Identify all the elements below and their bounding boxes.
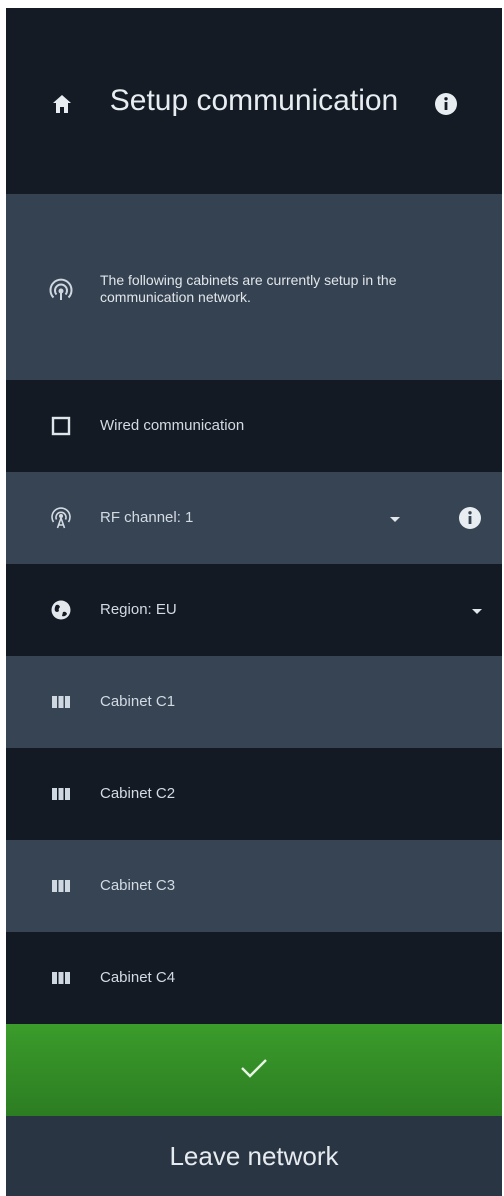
cabinet-icon [50,875,72,897]
info-panel: The following cabinets are currently set… [6,194,502,380]
region-label: Region: EU [100,601,177,618]
cabinet-row-c3[interactable]: Cabinet C3 [6,840,502,932]
home-icon[interactable] [50,92,74,116]
confirm-button[interactable] [6,1024,502,1116]
cabinet-icon [50,691,72,713]
antenna-icon [50,507,72,529]
leave-network-button[interactable]: Leave network [6,1116,502,1196]
cabinet-icon [50,783,72,805]
rf-channel-label: RF channel: 1 [100,509,194,526]
rf-channel-row[interactable]: RF channel: 1 [6,472,502,564]
globe-icon [50,599,72,621]
info-text: The following cabinets are currently set… [100,272,397,305]
checkmark-icon [239,1057,269,1084]
cabinet-icon [50,967,72,989]
checkbox-icon[interactable] [50,415,72,437]
signal-icon [48,276,74,302]
rf-info-icon[interactable] [458,506,482,530]
setup-communication-screen: Setup communication The following cabine… [6,8,502,1196]
region-row[interactable]: Region: EU [6,564,502,656]
header: Setup communication [6,8,502,194]
wired-communication-row[interactable]: Wired communication [6,380,502,472]
cabinet-row-c4[interactable]: Cabinet C4 [6,932,502,1024]
chevron-down-icon[interactable] [388,512,402,522]
info-icon[interactable] [434,92,458,116]
cabinet-row-c2[interactable]: Cabinet C2 [6,748,502,840]
cabinet-row-c1[interactable]: Cabinet C1 [6,656,502,748]
chevron-down-icon[interactable] [470,604,484,614]
cabinet-label: Cabinet C1 [100,693,176,710]
cabinet-label: Cabinet C2 [100,785,176,802]
leave-network-label: Leave network [169,1140,339,1171]
cabinet-label: Cabinet C4 [100,969,176,986]
wired-communication-label: Wired communication [100,417,245,434]
cabinet-label: Cabinet C3 [100,877,176,894]
page-title: Setup communication [109,84,399,117]
